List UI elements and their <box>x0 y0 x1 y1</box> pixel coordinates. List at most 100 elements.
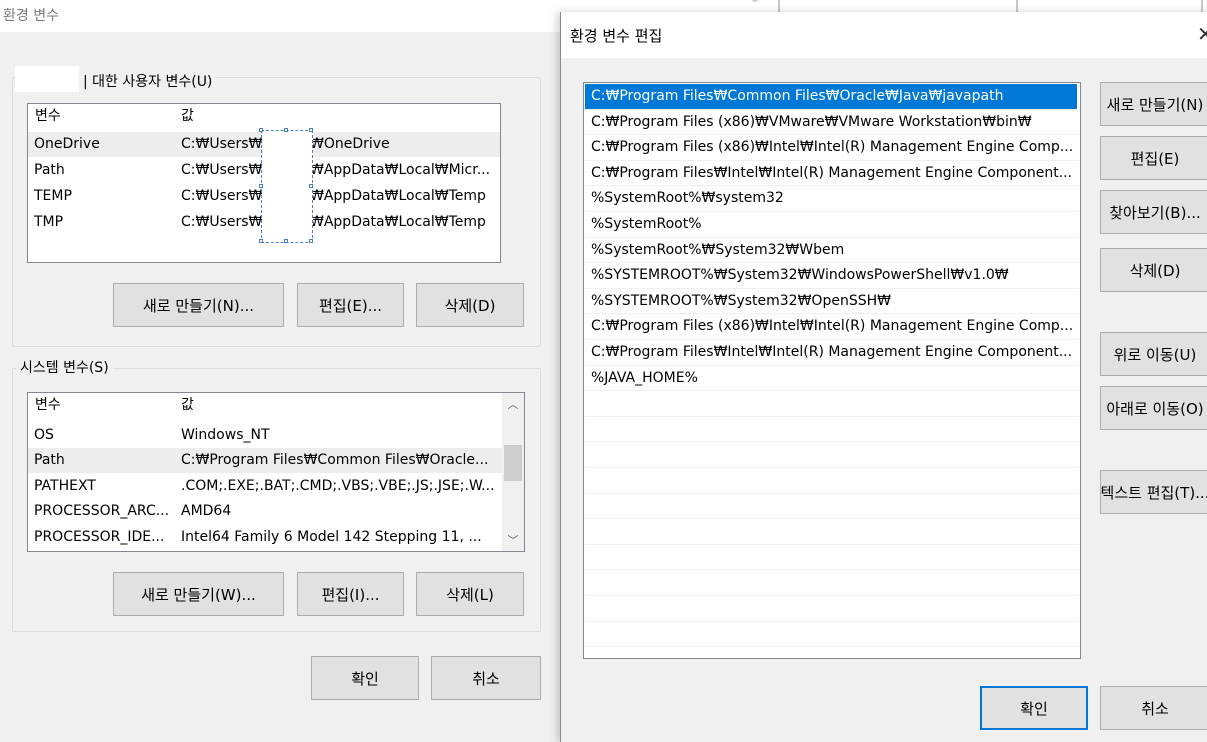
path-entry[interactable]: C:₩Program Files (x86)₩VMware₩VMware Wor… <box>585 110 1079 136</box>
empty-row[interactable] <box>585 545 1079 571</box>
resize-handle <box>309 239 313 243</box>
system-var-row-pathext[interactable]: PATHEXT .COM;.EXE;.BAT;.CMD;.VBS;.VBE;.J… <box>28 474 502 499</box>
var-name: PROCESSOR_ARC... <box>34 503 170 519</box>
list-header: 변수 값 <box>28 393 502 418</box>
redacted-username <box>15 66 79 92</box>
column-header-variable[interactable]: 변수 <box>35 393 61 418</box>
var-value-prefix: C:₩Users₩ <box>181 214 263 230</box>
var-value-suffix: ₩AppData₩Local₩Temp <box>310 188 486 204</box>
list-header: 변수 값 <box>28 104 500 129</box>
var-name: Path <box>34 452 65 468</box>
empty-row[interactable] <box>585 519 1079 545</box>
path-entry[interactable]: %SystemRoot% <box>585 212 1079 238</box>
system-var-row-processor-arch[interactable]: PROCESSOR_ARC... AMD64 <box>28 499 502 524</box>
var-name: Path <box>34 162 65 178</box>
path-entry[interactable]: C:₩Program Files (x86)₩Intel₩Intel(R) Ma… <box>585 135 1079 161</box>
empty-row[interactable] <box>585 570 1079 596</box>
var-value-prefix: C:₩Users₩ <box>181 188 263 204</box>
env-cancel-button[interactable]: 취소 <box>431 656 541 700</box>
user-variables-list[interactable]: 변수 값 OneDrive C:₩Users₩ ₩OneDrive Path C… <box>27 103 501 263</box>
system-new-button[interactable]: 새로 만들기(W)... <box>113 572 284 616</box>
window-title-bar: 환경 변수 <box>0 0 560 32</box>
selection-marquee <box>259 128 313 243</box>
empty-row[interactable] <box>585 391 1079 417</box>
resize-handle <box>259 184 263 188</box>
divider <box>778 0 780 12</box>
path-entry[interactable]: C:₩Program Files₩Intel₩Intel(R) Manageme… <box>585 340 1079 366</box>
var-value: Windows_NT <box>181 427 270 443</box>
empty-row[interactable] <box>585 417 1079 443</box>
edit-environment-variable-dialog: 환경 변수 편집 ✕ C:₩Program Files₩Common Files… <box>560 12 1207 742</box>
var-name: OneDrive <box>34 136 100 152</box>
system-edit-button[interactable]: 편집(I)... <box>297 572 404 616</box>
system-var-row-processor-id[interactable]: PROCESSOR_IDE... Intel64 Family 6 Model … <box>28 525 502 550</box>
path-entry[interactable]: %SYSTEMROOT%₩System32₩WindowsPowerShell₩… <box>585 263 1079 289</box>
path-entry[interactable]: %SYSTEMROOT%₩System32₩OpenSSH₩ <box>585 289 1079 315</box>
edit-path-button[interactable]: 편집(E) <box>1100 136 1207 180</box>
var-value: AMD64 <box>181 503 232 519</box>
dialog-title-bar: 환경 변수 편집 ✕ <box>561 12 1207 58</box>
column-header-value[interactable]: 값 <box>181 393 194 418</box>
empty-row[interactable] <box>585 494 1079 520</box>
var-name: PROCESSOR_IDE... <box>34 529 165 545</box>
user-new-button[interactable]: 새로 만들기(N)... <box>113 283 284 327</box>
scroll-down-icon[interactable]: ﹀ <box>502 529 524 551</box>
path-entry[interactable]: %JAVA_HOME% <box>585 366 1079 392</box>
system-delete-button[interactable]: 삭제(L) <box>416 572 524 616</box>
resize-handle <box>259 128 263 132</box>
resize-handle <box>309 184 313 188</box>
var-value: Intel64 Family 6 Model 142 Stepping 11, … <box>181 529 482 545</box>
var-value-suffix: ₩AppData₩Local₩Temp <box>310 214 486 230</box>
path-entry[interactable]: %SystemRoot%₩system32 <box>585 186 1079 212</box>
var-value-prefix: C:₩Users₩ <box>181 136 263 152</box>
resize-handle <box>284 128 288 132</box>
background-window-strip <box>560 0 1207 12</box>
column-header-value[interactable]: 값 <box>181 104 194 129</box>
resize-handle <box>284 239 288 243</box>
empty-row[interactable] <box>585 442 1079 468</box>
edit-text-button[interactable]: 텍스트 편집(T)... <box>1100 470 1207 514</box>
new-path-button[interactable]: 새로 만들기(N) <box>1100 82 1207 126</box>
var-name: TMP <box>34 214 64 230</box>
path-entry[interactable]: C:₩Program Files₩Common Files₩Oracle₩Jav… <box>585 84 1077 110</box>
var-value-suffix: ₩OneDrive <box>310 136 390 152</box>
var-value-suffix: ₩AppData₩Local₩Micr... <box>310 162 491 178</box>
vertical-scrollbar[interactable]: ︿ ﹀ <box>502 393 524 551</box>
divider <box>1016 0 1018 12</box>
dialog-title: 환경 변수 편집 <box>570 27 663 45</box>
environment-variables-window: 환경 변수 | 대한 사용자 변수(U) 변수 값 OneDrive C:₩Us… <box>0 0 560 734</box>
path-entry[interactable]: %SystemRoot%₩System32₩Wbem <box>585 238 1079 264</box>
path-entries-list[interactable]: C:₩Program Files₩Common Files₩Oracle₩Jav… <box>583 82 1081 659</box>
system-var-row-os[interactable]: OS Windows_NT <box>28 423 502 448</box>
system-var-row-path[interactable]: Path C:₩Program Files₩Common Files₩Oracl… <box>28 448 502 473</box>
user-edit-button[interactable]: 편집(E)... <box>297 283 404 327</box>
move-up-button[interactable]: 위로 이동(U) <box>1100 332 1207 376</box>
empty-row[interactable] <box>585 468 1079 494</box>
env-ok-button[interactable]: 확인 <box>311 656 419 700</box>
move-down-button[interactable]: 아래로 이동(O) <box>1100 386 1207 430</box>
window-title: 환경 변수 <box>3 8 59 24</box>
delete-path-button[interactable]: 삭제(D) <box>1100 248 1207 292</box>
var-value: .COM;.EXE;.BAT;.CMD;.VBS;.VBE;.JS;.JSE;.… <box>181 478 495 494</box>
scroll-up-icon[interactable]: ︿ <box>502 393 524 415</box>
system-variables-list[interactable]: 변수 값 OS Windows_NT Path C:₩Program Files… <box>27 392 525 552</box>
var-name: PATHEXT <box>34 478 96 494</box>
var-name: TEMP <box>34 188 72 204</box>
divider <box>1201 0 1203 12</box>
var-value: C:₩Program Files₩Common Files₩Oracle... <box>181 452 489 468</box>
dialog-cancel-button[interactable]: 취소 <box>1100 686 1207 730</box>
user-delete-button[interactable]: 삭제(D) <box>416 283 524 327</box>
resize-handle <box>259 239 263 243</box>
empty-row[interactable] <box>585 596 1079 622</box>
scrollbar-thumb[interactable] <box>504 445 522 481</box>
resize-handle <box>309 128 313 132</box>
path-entry[interactable]: C:₩Program Files (x86)₩Intel₩Intel(R) Ma… <box>585 314 1079 340</box>
var-value-prefix: C:₩Users₩ <box>181 162 263 178</box>
empty-row[interactable] <box>585 622 1079 648</box>
browse-button[interactable]: 찾아보기(B)... <box>1100 190 1207 234</box>
column-header-variable[interactable]: 변수 <box>35 104 61 129</box>
path-entry[interactable]: C:₩Program Files₩Intel₩Intel(R) Manageme… <box>585 161 1079 187</box>
user-variables-label: | 대한 사용자 변수(U) <box>79 71 217 91</box>
close-icon[interactable]: ✕ <box>1197 22 1207 46</box>
dialog-ok-button[interactable]: 확인 <box>980 686 1088 730</box>
